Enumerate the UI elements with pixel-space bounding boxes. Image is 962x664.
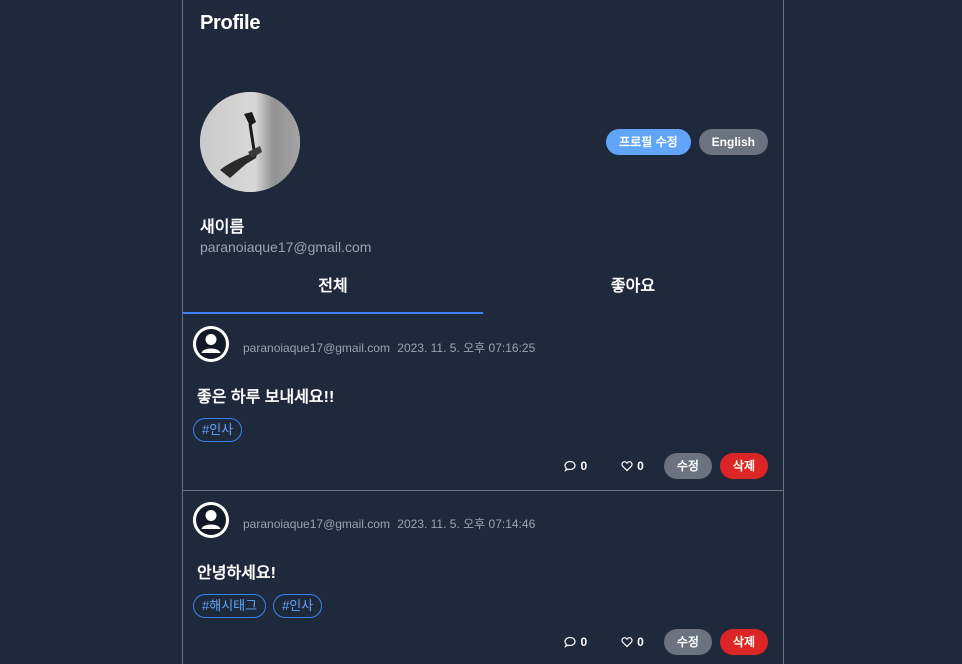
comment-icon bbox=[564, 460, 577, 472]
hashtag[interactable]: #인사 bbox=[193, 418, 243, 442]
delete-post-button[interactable]: 삭제 bbox=[719, 629, 768, 655]
user-avatar-icon bbox=[193, 502, 229, 538]
post-footer: 0 0 수정 삭제 bbox=[564, 629, 768, 655]
edit-profile-button[interactable]: 프로필 수정 bbox=[606, 129, 691, 155]
profile-name: 새이름 bbox=[200, 219, 245, 236]
post-meta: paranoiaque17@gmail.com 2023. 11. 5. 오후 … bbox=[243, 339, 535, 356]
tab-likes[interactable]: 좋아요 bbox=[483, 265, 783, 315]
hashtag[interactable]: #해시태그 bbox=[193, 594, 267, 618]
post-meta: paranoiaque17@gmail.com 2023. 11. 5. 오후 … bbox=[243, 515, 535, 532]
post-item[interactable]: paranoiaque17@gmail.com 2023. 11. 5. 오후 … bbox=[183, 491, 783, 664]
comment-icon bbox=[564, 636, 577, 648]
user-avatar-icon bbox=[193, 326, 229, 362]
post-tags: #해시태그 #인사 bbox=[193, 594, 323, 618]
post-date: 2023. 11. 5. 오후 07:14:46 bbox=[397, 517, 536, 531]
comment-count[interactable]: 0 bbox=[564, 635, 587, 649]
post-author-email: paranoiaque17@gmail.com bbox=[243, 341, 390, 355]
like-count[interactable]: 0 bbox=[621, 635, 644, 649]
edit-post-button[interactable]: 수정 bbox=[663, 629, 712, 655]
profile-column: Profile 프로필 수정 English 새이름 paranoiaque17… bbox=[182, 0, 784, 664]
page-title: Profile bbox=[200, 12, 261, 34]
heart-icon bbox=[621, 637, 633, 648]
profile-actions: 프로필 수정 English bbox=[606, 129, 768, 155]
comment-count-value: 0 bbox=[580, 635, 588, 649]
delete-post-button[interactable]: 삭제 bbox=[719, 453, 768, 479]
tab-all[interactable]: 전체 bbox=[183, 265, 483, 315]
post-tags: #인사 bbox=[193, 418, 243, 442]
like-count-value: 0 bbox=[637, 459, 644, 473]
post-item[interactable]: paranoiaque17@gmail.com 2023. 11. 5. 오후 … bbox=[183, 315, 783, 491]
edit-post-button[interactable]: 수정 bbox=[663, 453, 712, 479]
language-toggle-button[interactable]: English bbox=[698, 129, 768, 155]
post-content: 안녕하세요! bbox=[197, 565, 276, 582]
hashtag[interactable]: #인사 bbox=[273, 594, 323, 618]
comment-count-value: 0 bbox=[580, 459, 588, 473]
like-count-value: 0 bbox=[637, 635, 644, 649]
comment-count[interactable]: 0 bbox=[564, 459, 587, 473]
post-content: 좋은 하루 보내세요!! bbox=[197, 389, 335, 406]
profile-tabs: 전체 좋아요 bbox=[183, 265, 783, 315]
heart-icon bbox=[621, 461, 633, 472]
profile-email: paranoiaque17@gmail.com bbox=[200, 239, 372, 255]
post-footer: 0 0 수정 삭제 bbox=[564, 453, 768, 479]
like-count[interactable]: 0 bbox=[621, 459, 644, 473]
post-date: 2023. 11. 5. 오후 07:16:25 bbox=[397, 341, 536, 355]
profile-image bbox=[200, 92, 300, 192]
post-author-email: paranoiaque17@gmail.com bbox=[243, 517, 390, 531]
